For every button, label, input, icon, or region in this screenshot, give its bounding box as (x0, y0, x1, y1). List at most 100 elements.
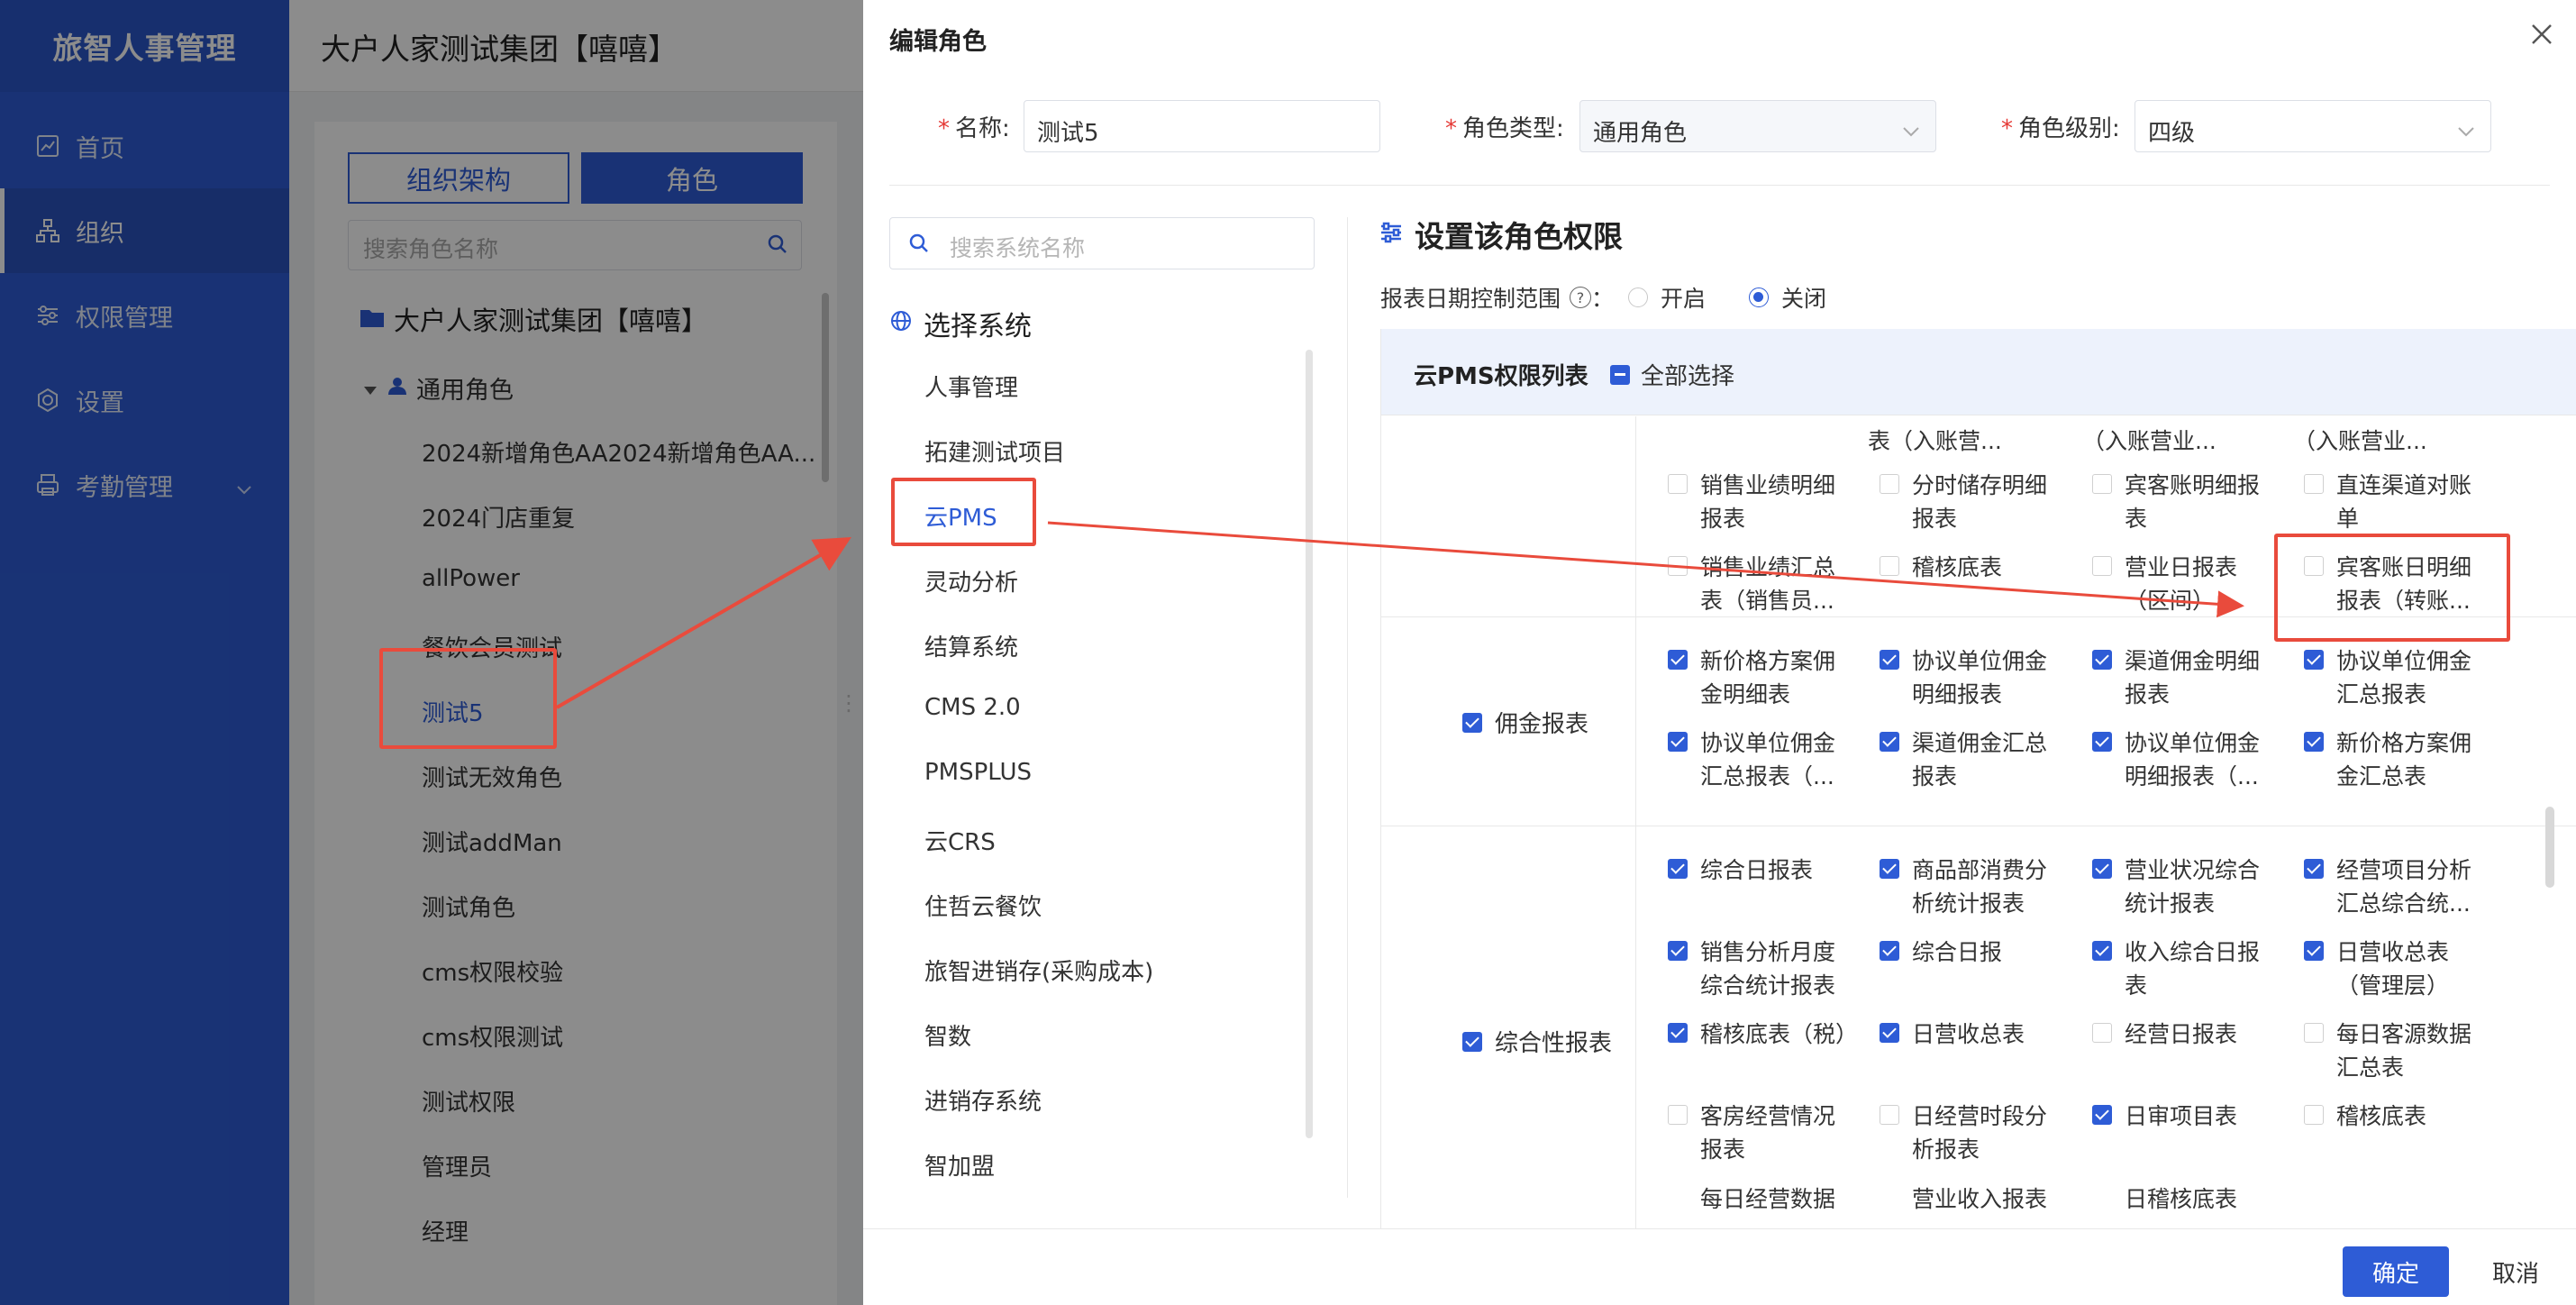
permission-item[interactable]: 营业状况综合统计报表 (2092, 853, 2281, 920)
system-item[interactable]: 拓建测试项目 (924, 434, 1065, 468)
checkbox[interactable] (2092, 1105, 2112, 1125)
permission-item[interactable]: 销售分析月度综合统计报表 (1668, 935, 1857, 1002)
checkbox[interactable] (1668, 474, 1688, 494)
checkbox[interactable] (2092, 732, 2112, 752)
permission-item[interactable]: 宾客账明细报表 (2092, 469, 2281, 535)
checkbox[interactable] (2092, 474, 2112, 494)
radio-on-option[interactable] (1628, 287, 1649, 307)
checkbox[interactable] (1880, 474, 1899, 494)
permission-item[interactable]: 日审项目表 (2092, 1100, 2281, 1166)
permission-item[interactable]: 客房经营情况报表 (1668, 1100, 1857, 1166)
permission-item[interactable]: 稽核底表（税） (1668, 1018, 1857, 1084)
checkbox[interactable] (1668, 650, 1688, 670)
system-item[interactable]: 进销存系统 (924, 1083, 1042, 1117)
checkbox[interactable] (2304, 941, 2324, 961)
permission-item[interactable]: 日经营时段分析报表 (1880, 1100, 2069, 1166)
system-item[interactable]: 结算系统 (924, 629, 1018, 662)
indeterminate-checkbox (1610, 364, 1630, 385)
system-item[interactable]: 灵动分析 (924, 564, 1018, 598)
checkbox[interactable] (2304, 1023, 2324, 1043)
permission-item[interactable]: 经营项目分析汇总综合统... (2304, 853, 2493, 920)
permission-item[interactable]: 稽核底表 (1880, 551, 2069, 617)
permission-item[interactable]: 分时储存明细报表 (1880, 469, 2069, 535)
radio-off-option[interactable] (1749, 287, 1770, 307)
system-search-input[interactable]: 搜索系统名称 (889, 217, 1315, 269)
select-all-checkbox[interactable]: 全部选择 (1610, 358, 1734, 391)
table-scrollbar[interactable] (2545, 807, 2554, 888)
system-item[interactable]: 旅智进销存(采购成本) (924, 954, 1153, 987)
permission-item[interactable]: 每日客源数据汇总表 (2304, 1018, 2493, 1084)
checkbox[interactable] (2092, 556, 2112, 576)
permission-item[interactable]: 经营日报表 (2092, 1018, 2281, 1084)
role-type-select[interactable]: 通用角色 (1579, 100, 1936, 152)
permission-item[interactable]: 协议单位佣金汇总报表（... (1668, 726, 1857, 793)
checkbox[interactable] (2092, 941, 2112, 961)
checkbox[interactable] (1880, 941, 1899, 961)
checkbox[interactable] (1668, 941, 1688, 961)
system-list-title: 选择系统 (889, 304, 1032, 343)
table-header: 云PMS权限列表 全部选择 (1381, 329, 2576, 415)
permission-item[interactable]: 协议单位佣金明细报表（... (2092, 726, 2281, 793)
drawer-footer (863, 1228, 2576, 1305)
permission-item[interactable]: 收入综合日报表 (2092, 935, 2281, 1002)
checkbox[interactable] (1880, 1023, 1899, 1043)
date-range-control: 报表日期控制范围 ? ： 开启 关闭 (1380, 281, 1826, 314)
checkbox[interactable] (1668, 732, 1688, 752)
permission-item[interactable]: 直连渠道对账单 (2304, 469, 2493, 535)
permission-item[interactable]: 日营收总表（管理层） (2304, 935, 2493, 1002)
cut-item-text: 日稽核底表 (2125, 1186, 2238, 1212)
checkbox[interactable] (2092, 1023, 2112, 1043)
system-item[interactable]: 人事管理 (924, 370, 1018, 403)
permission-item[interactable]: 日营收总表 (1880, 1018, 2069, 1084)
checkbox[interactable] (1880, 650, 1899, 670)
checkbox[interactable] (1880, 1105, 1899, 1125)
checkbox[interactable] (1668, 556, 1688, 576)
checkbox[interactable] (2092, 650, 2112, 670)
system-item[interactable]: 智数 (924, 1018, 971, 1052)
permission-item[interactable]: 新价格方案佣金明细表 (1668, 644, 1857, 711)
checkbox[interactable] (1462, 1031, 1482, 1052)
permission-item[interactable]: 综合日报表 (1668, 853, 1857, 920)
confirm-button[interactable]: 确定 (2343, 1246, 2449, 1297)
role-type-label: * 角色类型: (1445, 115, 1564, 142)
checkbox[interactable] (2304, 859, 2324, 879)
permission-item[interactable]: 新价格方案佣金汇总表 (2304, 726, 2493, 793)
system-item[interactable]: CMS 2.0 (924, 694, 1021, 721)
close-icon[interactable] (2524, 16, 2560, 52)
permission-item[interactable]: 协议单位佣金明细报表 (1880, 644, 2069, 711)
checkbox[interactable] (1668, 859, 1688, 879)
category-checkbox[interactable]: 综合性报表 (1462, 1025, 1612, 1058)
system-item[interactable]: 云CRS (924, 824, 996, 857)
permission-item[interactable]: 协议单位佣金汇总报表 (2304, 644, 2493, 711)
radio-off-label: 关闭 (1781, 286, 1827, 312)
question-icon[interactable]: ? (1570, 287, 1592, 308)
role-level-select[interactable]: 四级 (2135, 100, 2491, 152)
checkbox[interactable] (1668, 1105, 1688, 1125)
permission-item[interactable]: 稽核底表 (2304, 1100, 2493, 1166)
system-item[interactable]: PMSPLUS (924, 759, 1032, 786)
checkbox[interactable] (2304, 474, 2324, 494)
checkbox[interactable] (1880, 732, 1899, 752)
permission-item[interactable]: 营业日报表（区间） (2092, 551, 2281, 617)
checkbox[interactable] (2304, 732, 2324, 752)
permission-item[interactable]: 销售业绩明细报表 (1668, 469, 1857, 535)
permission-item[interactable]: 渠道佣金汇总报表 (1880, 726, 2069, 793)
system-item[interactable]: 智加盟 (924, 1148, 995, 1182)
checkbox[interactable] (1880, 556, 1899, 576)
name-value: 测试5 (1037, 120, 1099, 147)
checkbox[interactable] (2092, 859, 2112, 879)
checkbox[interactable] (1668, 1023, 1688, 1043)
checkbox[interactable] (2304, 650, 2324, 670)
permission-item[interactable]: 商品部消费分析统计报表 (1880, 853, 2069, 920)
checkbox[interactable] (1462, 712, 1482, 733)
category-checkbox[interactable]: 佣金报表 (1462, 706, 1588, 739)
permission-item[interactable]: 综合日报 (1880, 935, 2069, 1002)
checkbox[interactable] (1880, 859, 1899, 879)
cancel-button[interactable]: 取消 (2465, 1246, 2566, 1297)
permission-item[interactable]: 销售业绩汇总表（销售员... (1668, 551, 1857, 617)
name-field[interactable]: 测试5 (1024, 100, 1380, 152)
checkbox[interactable] (2304, 1105, 2324, 1125)
system-list-scrollbar[interactable] (1306, 350, 1313, 1138)
permission-item[interactable]: 渠道佣金明细报表 (2092, 644, 2281, 711)
system-item[interactable]: 住哲云餐饮 (924, 889, 1042, 922)
